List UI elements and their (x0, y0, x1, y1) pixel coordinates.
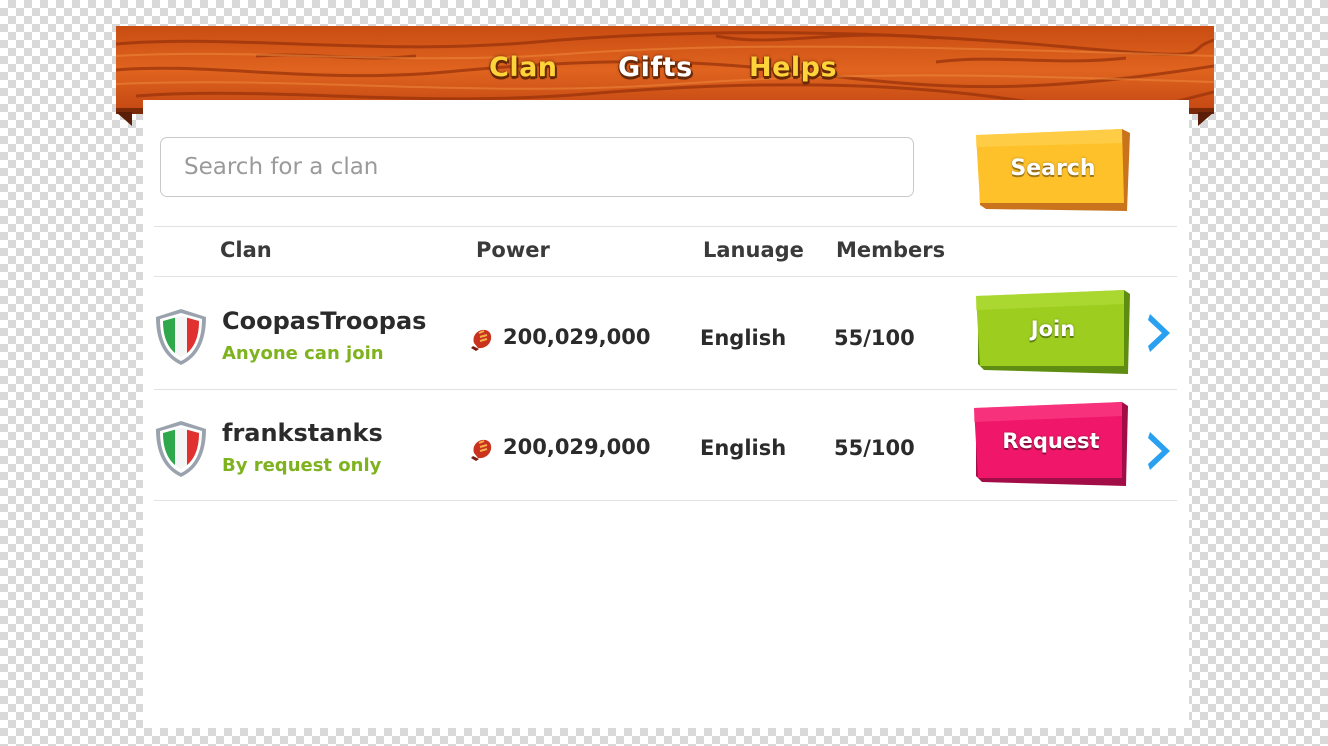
column-header-members: Members (836, 238, 946, 262)
search-button[interactable]: Search (976, 129, 1130, 212)
wood-header-corner-right (1198, 112, 1214, 126)
tab-clan[interactable]: Clan (489, 52, 558, 83)
search-button-label: Search (1010, 156, 1096, 181)
clan-power: 200,029,000 (503, 435, 651, 459)
wood-header-corner-left (116, 112, 132, 126)
clan-members: 55/100 (834, 436, 915, 460)
italy-shield-icon (156, 309, 206, 365)
header-divider-bottom (154, 276, 1177, 277)
join-button-label: Join (1030, 317, 1076, 341)
clan-members: 55/100 (834, 326, 915, 350)
chevron-right-icon[interactable] (1144, 310, 1174, 356)
request-button[interactable]: Request (974, 402, 1128, 486)
fist-power-icon (471, 329, 492, 351)
join-button[interactable]: Join (976, 290, 1130, 374)
column-header-clan: Clan (220, 238, 272, 262)
fist-power-icon (471, 439, 492, 461)
clan-name[interactable]: frankstanks (222, 419, 383, 447)
clan-name[interactable]: CoopasTroopas (222, 307, 426, 335)
clan-language: English (700, 436, 787, 460)
column-header-power: Power (476, 238, 550, 262)
search-input[interactable] (161, 138, 913, 196)
row-divider (154, 389, 1177, 390)
chevron-right-icon[interactable] (1144, 428, 1174, 474)
column-header-language: Lanuage (703, 238, 804, 262)
request-button-label: Request (1002, 429, 1100, 453)
search-field[interactable] (160, 137, 914, 197)
row-divider (154, 500, 1177, 501)
header-divider-top (154, 226, 1177, 227)
tab-helps[interactable]: Helps (749, 52, 837, 83)
clan-power: 200,029,000 (503, 325, 651, 349)
italy-shield-icon (156, 421, 206, 477)
clan-join-status: By request only (222, 455, 382, 476)
clan-language: English (700, 326, 787, 350)
tab-gifts[interactable]: Gifts (618, 52, 693, 83)
clan-join-status: Anyone can join (222, 343, 384, 364)
